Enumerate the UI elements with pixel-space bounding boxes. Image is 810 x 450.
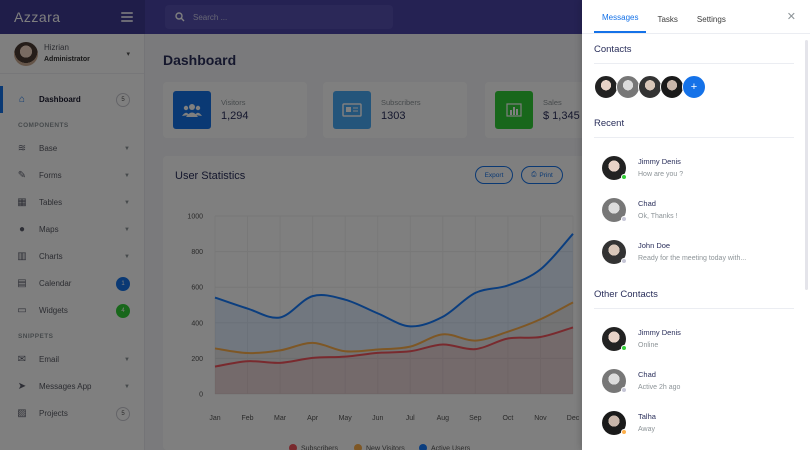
status-badge xyxy=(621,345,627,351)
list-item[interactable]: John Doe Ready for the meeting today wit… xyxy=(602,239,792,265)
list-item[interactable]: Chad Active 2h ago xyxy=(602,368,792,394)
status-badge xyxy=(621,429,627,435)
contacts-avatars: + xyxy=(594,75,706,99)
status-badge xyxy=(621,258,627,264)
avatar[interactable] xyxy=(616,75,640,99)
contacts-heading: Contacts xyxy=(594,44,632,55)
divider xyxy=(594,308,794,309)
quick-sidebar-tabs: Messages Tasks Settings xyxy=(582,0,810,34)
avatar xyxy=(602,240,627,264)
avatar[interactable] xyxy=(660,75,684,99)
avatar xyxy=(602,198,627,222)
divider xyxy=(594,137,794,138)
recent-heading: Recent xyxy=(594,118,625,129)
avatar xyxy=(602,369,627,393)
list-item[interactable]: Jimmy Denis How are you ? xyxy=(602,155,792,181)
list-item[interactable]: Chad Ok, Thanks ! xyxy=(602,197,792,223)
avatar xyxy=(602,156,627,180)
status-badge xyxy=(621,387,627,393)
tab-settings[interactable]: Settings xyxy=(689,15,734,33)
status-badge xyxy=(621,216,627,222)
scrollbar[interactable] xyxy=(805,40,808,290)
avatar xyxy=(602,327,627,351)
avatar xyxy=(602,411,627,435)
list-item[interactable]: Jimmy Denis Online xyxy=(602,326,792,352)
quick-sidebar: Messages Tasks Settings ✕ Contacts + Rec… xyxy=(582,0,810,450)
avatar[interactable] xyxy=(638,75,662,99)
avatar[interactable] xyxy=(594,75,618,99)
other-contacts-heading: Other Contacts xyxy=(594,289,658,300)
list-item[interactable]: Talha Away xyxy=(602,410,792,436)
tab-tasks[interactable]: Tasks xyxy=(649,15,685,33)
add-contact-button[interactable]: + xyxy=(682,75,706,99)
status-badge xyxy=(621,174,627,180)
tab-messages[interactable]: Messages xyxy=(594,13,647,33)
divider xyxy=(594,63,794,64)
close-icon[interactable]: ✕ xyxy=(787,10,796,23)
backdrop-overlay[interactable] xyxy=(0,0,582,450)
